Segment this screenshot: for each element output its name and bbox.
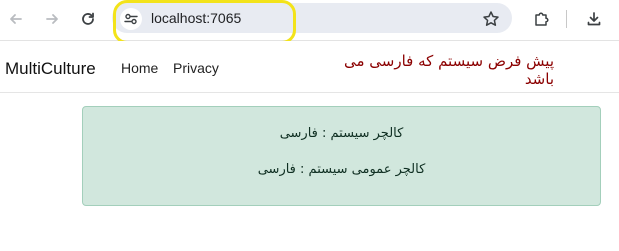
nav-link-home[interactable]: Home bbox=[121, 60, 158, 76]
toolbar-divider bbox=[566, 10, 567, 28]
star-icon[interactable] bbox=[480, 8, 502, 30]
download-icon[interactable] bbox=[583, 8, 605, 30]
default-culture-banner: پیش فرض سیستم که فارسی می باشد bbox=[343, 52, 554, 88]
system-ui-culture-text: کالچر عمومی سیستم : فارسی bbox=[257, 162, 426, 177]
puzzle-icon[interactable] bbox=[530, 8, 552, 30]
url-highlight-annotation bbox=[113, 0, 296, 44]
forward-arrow-icon[interactable] bbox=[41, 8, 63, 30]
nav-link-privacy[interactable]: Privacy bbox=[173, 60, 219, 76]
browser-toolbar: localhost:7065 bbox=[0, 0, 619, 44]
site-navbar: MultiCulture Home Privacy پیش فرض سیستم … bbox=[0, 41, 619, 93]
reload-icon[interactable] bbox=[77, 8, 99, 30]
back-arrow-icon[interactable] bbox=[5, 8, 27, 30]
brand-link[interactable]: MultiCulture bbox=[5, 59, 96, 79]
system-culture-text: کالچر سیستم : فارسی bbox=[279, 126, 404, 141]
culture-info-alert: کالچر سیستم : فارسی کالچر عمومی سیستم : … bbox=[82, 106, 601, 206]
